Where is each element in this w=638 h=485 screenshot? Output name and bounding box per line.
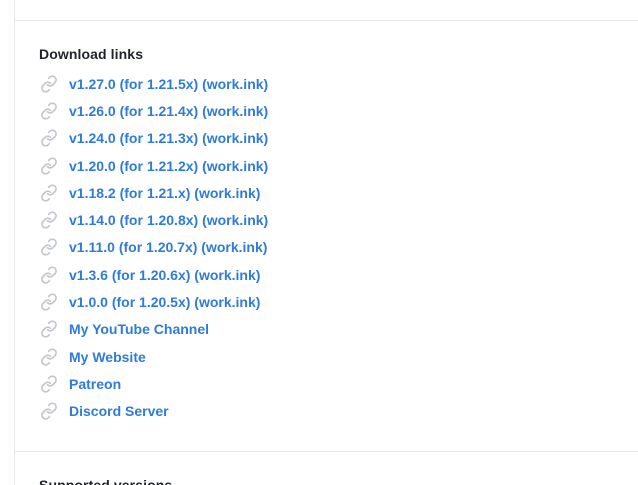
download-link-v1-20-0[interactable]: v1.20.0 (for 1.21.2x) (work.ink) bbox=[69, 158, 268, 174]
supported-versions-heading: Supported versions bbox=[39, 477, 173, 485]
link-icon bbox=[39, 374, 59, 394]
link-icon bbox=[39, 74, 59, 94]
link-item[interactable]: v1.18.2 (for 1.21.x) (work.ink) bbox=[39, 179, 268, 206]
link-item[interactable]: v1.14.0 (for 1.20.8x) (work.ink) bbox=[39, 206, 268, 233]
link-item[interactable]: Discord Server bbox=[39, 398, 268, 425]
download-link-v1-27-0[interactable]: v1.27.0 (for 1.21.5x) (work.ink) bbox=[69, 76, 268, 92]
download-link-v1-24-0[interactable]: v1.24.0 (for 1.21.3x) (work.ink) bbox=[69, 130, 268, 146]
website-link[interactable]: My Website bbox=[69, 349, 146, 365]
link-item[interactable]: My Website bbox=[39, 343, 268, 370]
left-border bbox=[14, 0, 15, 485]
discord-server-link[interactable]: Discord Server bbox=[69, 403, 169, 419]
link-icon bbox=[39, 265, 59, 285]
link-icon bbox=[39, 156, 59, 176]
link-icon bbox=[39, 319, 59, 339]
link-item[interactable]: v1.20.0 (for 1.21.2x) (work.ink) bbox=[39, 152, 268, 179]
link-item[interactable]: My YouTube Channel bbox=[39, 316, 268, 343]
link-icon bbox=[39, 210, 59, 230]
link-icon bbox=[39, 347, 59, 367]
link-item[interactable]: v1.11.0 (for 1.20.7x) (work.ink) bbox=[39, 234, 268, 261]
link-item[interactable]: v1.27.0 (for 1.21.5x) (work.ink) bbox=[39, 70, 268, 97]
link-item[interactable]: v1.26.0 (for 1.21.4x) (work.ink) bbox=[39, 97, 268, 124]
link-icon bbox=[39, 101, 59, 121]
download-link-v1-3-6[interactable]: v1.3.6 (for 1.20.6x) (work.ink) bbox=[69, 267, 260, 283]
link-item[interactable]: v1.0.0 (for 1.20.5x) (work.ink) bbox=[39, 288, 268, 315]
download-link-v1-11-0[interactable]: v1.11.0 (for 1.20.7x) (work.ink) bbox=[69, 239, 267, 255]
download-links-heading: Download links bbox=[39, 46, 144, 62]
bottom-divider bbox=[14, 451, 638, 452]
top-divider bbox=[14, 20, 638, 21]
link-icon bbox=[39, 237, 59, 257]
link-icon bbox=[39, 128, 59, 148]
download-link-v1-14-0[interactable]: v1.14.0 (for 1.20.8x) (work.ink) bbox=[69, 212, 268, 228]
link-icon bbox=[39, 401, 59, 421]
link-icon bbox=[39, 183, 59, 203]
patreon-link[interactable]: Patreon bbox=[69, 376, 121, 392]
link-item[interactable]: Patreon bbox=[39, 370, 268, 397]
link-icon bbox=[39, 292, 59, 312]
download-link-v1-0-0[interactable]: v1.0.0 (for 1.20.5x) (work.ink) bbox=[69, 294, 260, 310]
download-link-v1-18-2[interactable]: v1.18.2 (for 1.21.x) (work.ink) bbox=[69, 185, 260, 201]
download-links-list: v1.27.0 (for 1.21.5x) (work.ink) v1.26.0… bbox=[39, 70, 268, 425]
download-link-v1-26-0[interactable]: v1.26.0 (for 1.21.4x) (work.ink) bbox=[69, 103, 268, 119]
download-links-panel: Download links v1.27.0 (for 1.21.5x) (wo… bbox=[0, 0, 638, 485]
link-item[interactable]: v1.24.0 (for 1.21.3x) (work.ink) bbox=[39, 125, 268, 152]
link-item[interactable]: v1.3.6 (for 1.20.6x) (work.ink) bbox=[39, 261, 268, 288]
youtube-channel-link[interactable]: My YouTube Channel bbox=[69, 321, 209, 337]
